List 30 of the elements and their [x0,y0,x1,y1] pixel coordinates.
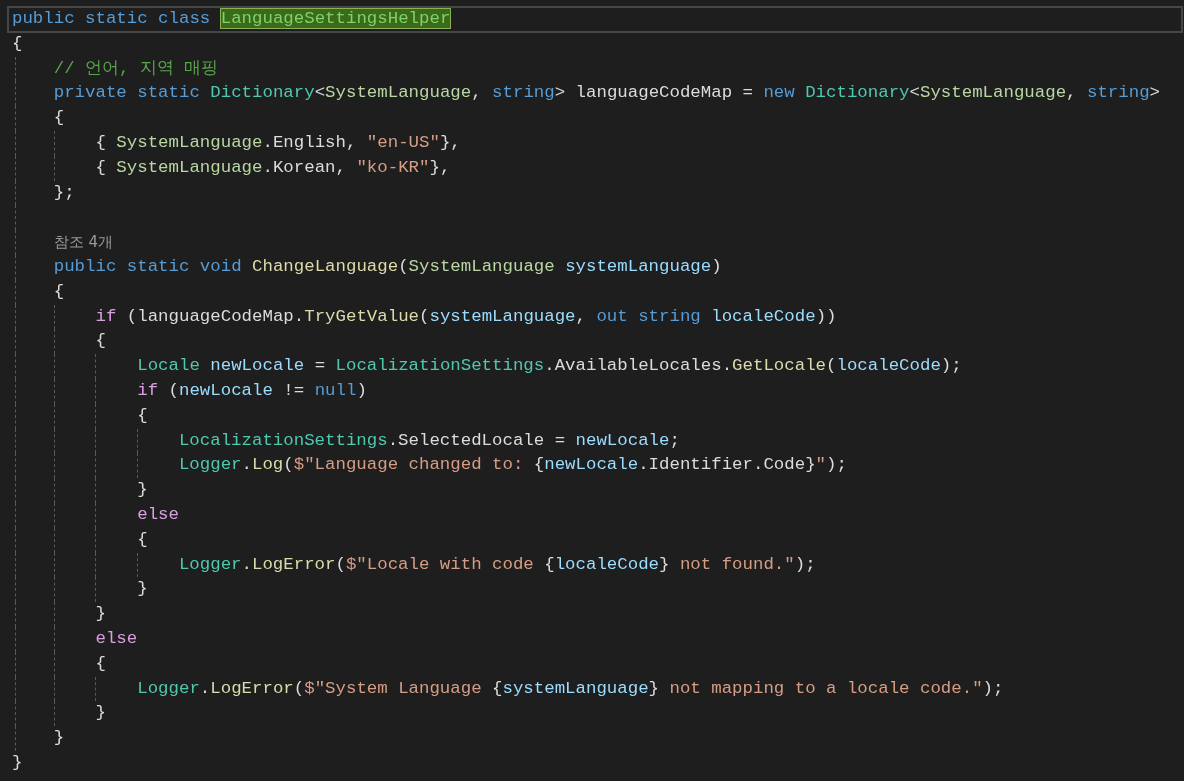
code-line: Logger.LogError($"System Language {systemLanguage} not mapping to a locale code."); [137,677,1004,700]
code-line: { [53,280,65,303]
code-line: private static Dictionary<SystemLanguage, string> languageCodeMap = new Dictionary<SystemLanguage, string> [53,82,1161,105]
code-line: else [137,503,179,526]
code-line: } [12,751,23,774]
code-line: } [137,479,148,502]
code-line: { SystemLanguage.Korean, "ko-KR"}, [95,156,451,179]
code-line: }; [53,181,75,204]
code-line: Logger.LogError($"Locale with code {localeCode} not found."); [178,553,816,576]
code-line: Locale newLocale = LocalizationSettings.AvailableLocales.GetLocale(localeCode); [137,355,962,378]
code-line: } [53,727,65,750]
code-line: if (newLocale != null) [137,379,367,402]
code-line: { [137,404,148,427]
code-line: LocalizationSettings.SelectedLocale = newLocale; [178,429,680,452]
code-line: public static class LanguageSettingsHelper [12,8,451,30]
code-line: Logger.Log($"Language changed to: {newLocale.Identifier.Code}"); [178,454,847,477]
code-line: { SystemLanguage.English, "en-US"}, [95,132,461,154]
code-line: { [53,107,65,130]
code-line: { [95,652,106,675]
code-line: if (languageCodeMap.TryGetValue(systemLanguage, out string localeCode)) [95,305,837,328]
code-line: else [95,627,138,650]
code-line: // 언어, 지역 매핑 [53,57,219,80]
code-line: } [95,603,106,626]
code-line: public static void ChangeLanguage(SystemLanguage systemLanguage) [53,255,722,278]
reference-count-link[interactable]: 참조 4개 [53,230,114,255]
code-line: } [137,578,148,601]
code-line: } [95,702,106,725]
code-line: { [12,32,23,55]
code-line: { [95,330,106,353]
code-line: { [137,528,148,551]
